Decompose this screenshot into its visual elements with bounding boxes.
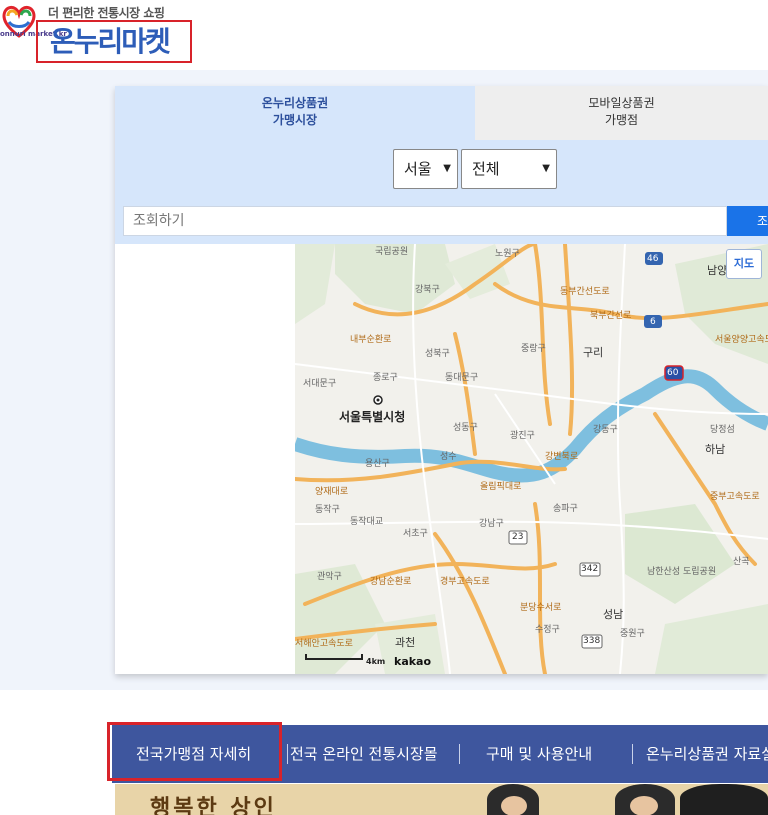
logo-tagline: 더 편리한 전통시장 쇼핑 xyxy=(48,6,165,20)
road-label: 강변북로 xyxy=(545,452,579,462)
region-select-value: 서울 xyxy=(404,160,432,178)
road-label: 동부간선도로 xyxy=(560,287,610,297)
road-label: 분당수서로 xyxy=(520,603,562,613)
banner-text: 행복한 상인 xyxy=(150,796,277,815)
road-label: 올림픽대로 xyxy=(480,482,522,492)
map-label: 국립공원 xyxy=(375,247,409,257)
tab-label-line2: 가맹점 xyxy=(604,113,639,127)
road-label: 중부고속도로 xyxy=(710,492,760,502)
map-label: 성동구 xyxy=(453,423,478,433)
store-search-panel: 온누리상품권 가맹시장 모바일상품권 가맹점 서울 ▼ 전체 ▼ 조회하기 조회 xyxy=(115,86,768,674)
road-label: 서해안고속도로 xyxy=(295,639,353,649)
logo-title: 온누리마켓 xyxy=(50,25,171,58)
tab-label-line2: 가맹시장 xyxy=(272,113,318,127)
map-label: 동대문구 xyxy=(445,373,479,383)
map-label: 광진구 xyxy=(510,431,535,441)
road-label: 북부간선로 xyxy=(590,311,632,321)
road-label: 양재대로 xyxy=(315,487,349,497)
region-select[interactable]: 서울 ▼ xyxy=(393,149,458,189)
map-label: 동작구 xyxy=(315,505,340,515)
map-label: 수정구 xyxy=(535,625,560,635)
map-label: 성남 xyxy=(603,608,624,621)
route-number: 23 xyxy=(512,532,524,542)
map-scale-bar xyxy=(305,654,363,660)
map-label: 종로구 xyxy=(373,373,398,383)
map-label: 강북구 xyxy=(415,285,440,295)
map-credit[interactable]: kakao xyxy=(394,655,431,668)
map-label: 서대문구 xyxy=(303,379,337,389)
kakao-map[interactable]: 국립공원 노원구 강북구 성북구 중랑구 구리 남양주 종로구 동대문구 서대문… xyxy=(295,244,768,674)
map-label: 동작대교 xyxy=(350,517,384,527)
site-header: onnuri market.kr 더 편리한 전통시장 쇼핑 온누리마켓 xyxy=(0,0,768,70)
tab-label-line1: 온누리상품권 xyxy=(261,96,329,110)
map-label: 산곡 xyxy=(733,557,750,567)
route-number: 6 xyxy=(650,317,656,327)
map-label: 성수 xyxy=(440,452,457,462)
map-label: 강동구 xyxy=(593,425,618,435)
map-label: 노원구 xyxy=(495,249,520,259)
nav-divider xyxy=(632,744,633,764)
route-number: 338 xyxy=(583,636,601,646)
road-label: 경부고속도로 xyxy=(440,577,490,587)
banner-person-image xyxy=(680,784,768,815)
tab-label-line1: 모바일상품권 xyxy=(588,96,655,110)
road-label: 서울양양고속도로 xyxy=(715,335,768,345)
road-label: 강남순환로 xyxy=(370,577,412,587)
chevron-down-icon: ▼ xyxy=(443,163,451,174)
nav-item-purchase-guide[interactable]: 구매 및 사용안내 xyxy=(486,725,592,783)
map-scale-label: 4km xyxy=(366,657,386,666)
map-label: 성북구 xyxy=(425,349,450,359)
result-list[interactable] xyxy=(115,244,295,674)
map-label: 서울특별시청 xyxy=(339,410,406,424)
route-number: 342 xyxy=(581,564,599,574)
map-label: 송파구 xyxy=(553,504,578,514)
map-label: 중원구 xyxy=(620,629,645,639)
nav-item-resources[interactable]: 온누리상품권 자료실 xyxy=(646,725,768,783)
map-label: 과천 xyxy=(395,636,416,649)
map-type-button[interactable]: 지도 xyxy=(726,249,762,279)
search-input[interactable]: 조회하기 xyxy=(123,206,727,236)
map-label: 구리 xyxy=(583,346,604,359)
map-label: 당정섬 xyxy=(710,425,735,435)
promo-banner[interactable]: 행복한 상인 xyxy=(115,784,768,815)
nav-highlight-box xyxy=(107,722,282,781)
nav-divider xyxy=(459,744,460,764)
map-label: 남한산성 도립공원 xyxy=(647,567,717,577)
chevron-down-icon: ▼ xyxy=(542,163,550,174)
route-number: 60 xyxy=(667,368,679,378)
banner-person-face xyxy=(501,796,527,815)
map-label: 서초구 xyxy=(403,529,428,539)
onnuri-logo-icon[interactable] xyxy=(0,2,38,54)
map-label: 강남구 xyxy=(479,519,504,529)
map-label: 용산구 xyxy=(365,459,390,469)
road-label: 내부순환로 xyxy=(350,335,392,345)
map-label: 중랑구 xyxy=(521,344,546,354)
logo-title-highlight[interactable]: 온누리마켓 xyxy=(36,20,192,63)
district-select-value: 전체 xyxy=(472,160,500,178)
map-label: 하남 xyxy=(705,443,726,456)
filter-row: 서울 ▼ 전체 ▼ 조회하기 조회 xyxy=(115,140,768,244)
banner-person-face xyxy=(630,796,658,815)
tab-mobile-stores[interactable]: 모바일상품권 가맹점 xyxy=(475,86,768,140)
search-button[interactable]: 조회 xyxy=(727,206,768,236)
nav-divider xyxy=(287,744,288,764)
nav-item-online-markets[interactable]: 전국 온라인 전통시장몰 xyxy=(290,725,438,783)
district-select[interactable]: 전체 ▼ xyxy=(461,149,557,189)
route-number: 46 xyxy=(647,254,659,264)
map-label: 관악구 xyxy=(317,572,342,582)
tab-onnuri-markets[interactable]: 온누리상품권 가맹시장 xyxy=(115,86,475,140)
